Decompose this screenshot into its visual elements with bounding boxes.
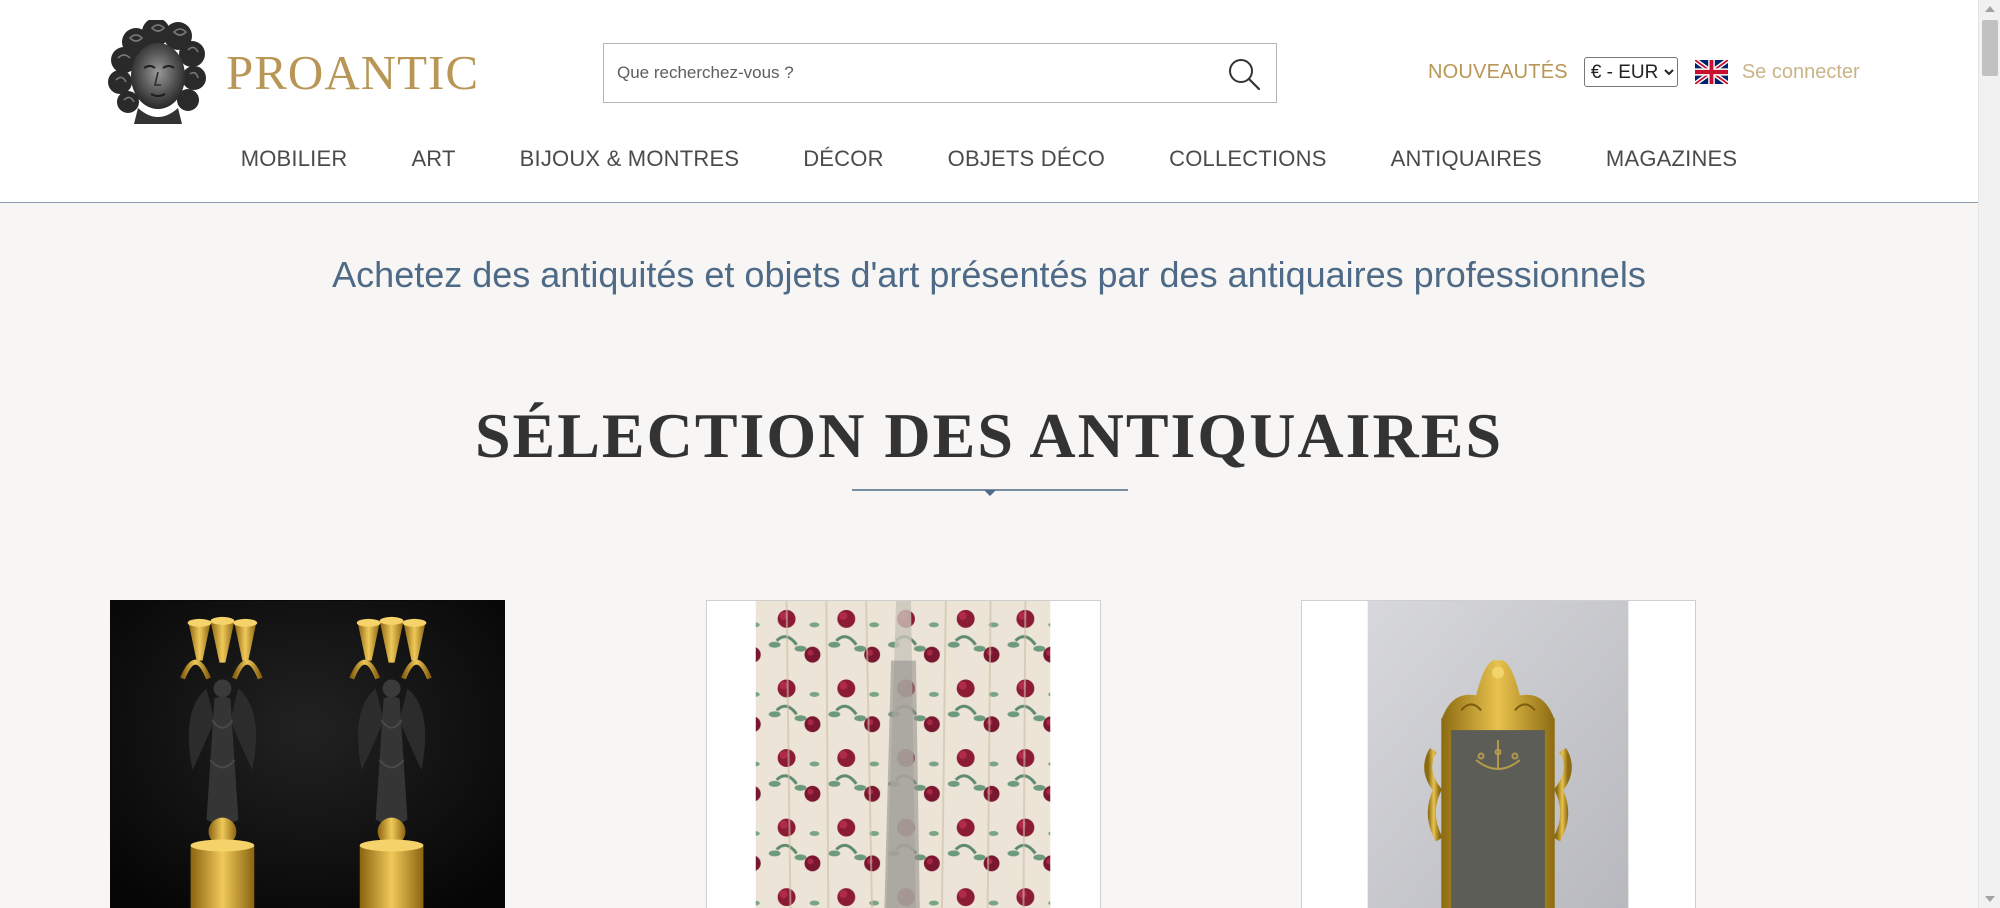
- search-input[interactable]: [604, 44, 1204, 102]
- nav-item-objets-deco[interactable]: OBJETS DÉCO: [948, 146, 1105, 172]
- product-card-curtains[interactable]: [706, 600, 1101, 908]
- nav-item-collections[interactable]: COLLECTIONS: [1169, 146, 1326, 172]
- nav-item-decor[interactable]: DÉCOR: [803, 146, 883, 172]
- search-icon[interactable]: [1226, 56, 1262, 92]
- nav-item-magazines[interactable]: MAGAZINES: [1606, 146, 1737, 172]
- header-actions: NOUVEAUTÉS € - EUR Se connecter: [1428, 56, 1860, 88]
- login-link[interactable]: Se connecter: [1742, 61, 1860, 84]
- product-image-candelabra: [111, 601, 504, 908]
- main-nav: MOBILIER ART BIJOUX & MONTRES DÉCOR OBJE…: [0, 146, 1978, 172]
- nav-item-antiquaires[interactable]: ANTIQUAIRES: [1391, 146, 1542, 172]
- page-tagline: Achetez des antiquités et objets d'art p…: [332, 254, 1646, 295]
- nav-item-mobilier[interactable]: MOBILIER: [241, 146, 348, 172]
- site-header: PROANTIC NOUVEAUTÉS € - EUR Se connecter…: [0, 0, 1978, 203]
- product-card-candelabra[interactable]: [110, 600, 505, 908]
- logo-bust-icon: [108, 20, 206, 124]
- nav-item-bijoux-montres[interactable]: BIJOUX & MONTRES: [520, 146, 740, 172]
- product-image-mirror: [1302, 601, 1695, 908]
- section-title: SÉLECTION DES ANTIQUAIRES: [474, 400, 1504, 471]
- uk-flag-icon[interactable]: [1694, 60, 1728, 84]
- search-bar: [603, 43, 1277, 103]
- product-card-mirror[interactable]: [1301, 600, 1696, 908]
- scroll-up-icon[interactable]: [1985, 6, 1995, 12]
- nav-item-art[interactable]: ART: [411, 146, 455, 172]
- scroll-thumb[interactable]: [1982, 20, 1998, 76]
- site-logo[interactable]: PROANTIC: [108, 20, 479, 124]
- product-image-curtains: [707, 601, 1100, 908]
- scroll-down-icon[interactable]: [1985, 896, 1995, 902]
- page-scrollbar[interactable]: [1978, 0, 2000, 908]
- currency-select[interactable]: € - EUR: [1583, 57, 1678, 87]
- divider-diamond-icon: [852, 489, 1128, 496]
- logo-text: PROANTIC: [226, 44, 480, 100]
- new-arrivals-link[interactable]: NOUVEAUTÉS: [1428, 61, 1568, 84]
